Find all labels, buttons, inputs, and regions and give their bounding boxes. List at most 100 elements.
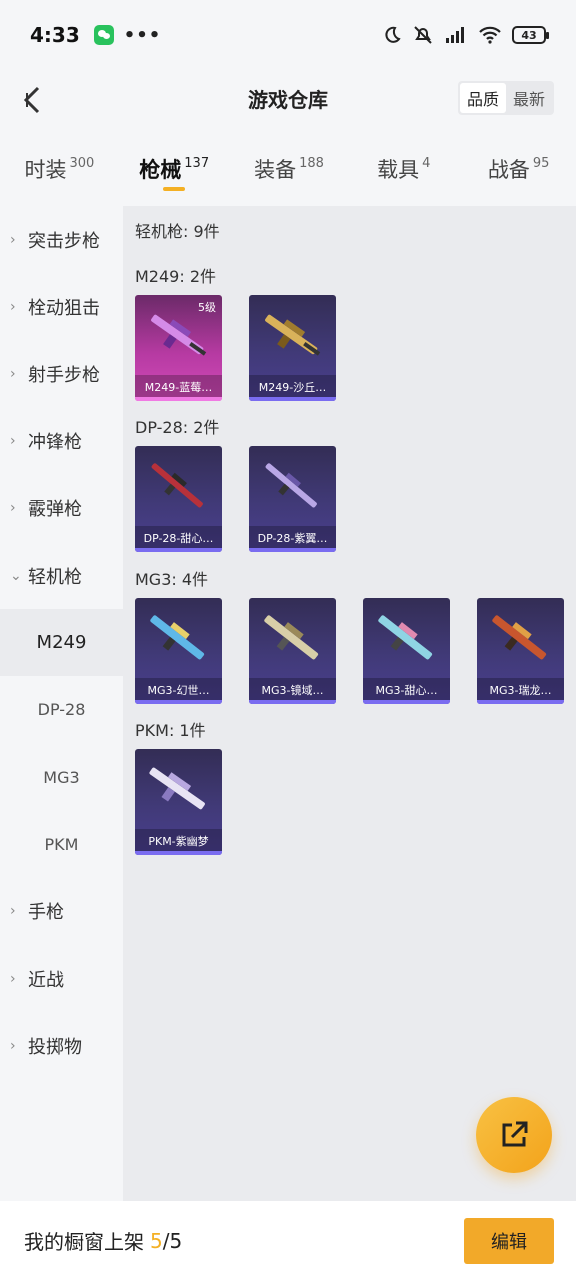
mute-bell-icon [414, 26, 432, 44]
edit-button[interactable]: 编辑 [464, 1218, 554, 1264]
weapon-card-name: DP-28-紫翼… [257, 532, 328, 545]
sidebar-item-label: 投掷物 [28, 1036, 82, 1058]
weapon-card-name: PKM-紫幽梦 [148, 835, 209, 848]
sidebar-item-label: 突击步枪 [28, 230, 100, 252]
group-title-dp28: DP-28: 2件 [135, 418, 220, 437]
lmg-skin-icon [264, 615, 319, 660]
tab-firearms[interactable]: 枪械 137 [117, 140, 232, 206]
tab-equipment[interactable]: 装备 188 [232, 140, 347, 206]
group-title-pkm: PKM: 1件 [135, 721, 206, 740]
lmg-skin-icon [149, 767, 205, 810]
weapon-card-name: MG3-瑞龙… [489, 684, 552, 697]
weapon-card[interactable]: MG3-甜心… [363, 598, 450, 704]
weapon-card-name: DP-28-甜心… [143, 532, 214, 545]
lmg-skin-icon [265, 463, 317, 508]
sidebar-item-label: 近战 [28, 969, 64, 991]
lmg-skin-icon [151, 463, 203, 508]
sort-toggle: 品质 最新 [457, 81, 554, 115]
group-title-mg3: MG3: 4件 [135, 570, 209, 589]
chevron-right-icon: › [10, 1037, 16, 1054]
showcase-total: /5 [162, 1228, 183, 1253]
moon-icon [385, 26, 401, 43]
tab-label: 枪械 [139, 158, 182, 182]
sidebar-item-label: 栓动狙击 [28, 297, 100, 319]
lmg-skin-icon [378, 615, 433, 660]
chevron-down-icon: ⌄ [10, 567, 22, 584]
rarity-stripe [135, 700, 222, 704]
wifi-icon [479, 26, 501, 44]
weapon-card[interactable]: 5级 M249-蓝莓… [135, 295, 222, 401]
chevron-right-icon: › [10, 500, 16, 517]
lmg-skin-icon [265, 314, 321, 356]
group-title-m249: M249: 2件 [135, 267, 217, 286]
sidebar-subitem-mg3[interactable]: MG3 [0, 744, 123, 811]
chevron-right-icon: › [10, 970, 16, 987]
header: 游戏仓库 品质 最新 [0, 70, 576, 128]
sort-by-quality[interactable]: 品质 [459, 83, 506, 113]
share-external-icon [502, 1121, 528, 1147]
sidebar-item-marksman-rifle[interactable]: › 射手步枪 [0, 340, 123, 407]
category-total: 轻机枪: 9件 [135, 222, 220, 241]
tab-count: 95 [532, 156, 550, 171]
weapon-card[interactable]: M249-沙丘… [249, 295, 336, 401]
weapon-card[interactable]: MG3-瑞龙… [477, 598, 564, 704]
sidebar-item-smg[interactable]: › 冲锋枪 [0, 408, 123, 475]
chevron-right-icon: › [10, 365, 16, 382]
tab-label: 装备 [254, 158, 297, 182]
more-notifications-icon: ••• [123, 24, 162, 46]
showcase-count: 5/5 [150, 1229, 182, 1253]
rarity-stripe [135, 548, 222, 552]
signal-icon [446, 27, 464, 43]
weapon-card[interactable]: MG3-幻世… [135, 598, 222, 704]
chevron-right-icon: › [10, 231, 16, 248]
sidebar-item-pistol[interactable]: › 手枪 [0, 878, 123, 945]
sidebar-subitem-dp28[interactable]: DP-28 [0, 676, 123, 743]
sidebar-item-label: 霰弹枪 [28, 499, 82, 521]
tab-label: 战备 [487, 158, 530, 182]
showcase-bar: 我的橱窗上架 5/5 编辑 [0, 1201, 576, 1280]
sidebar-item-assault-rifle[interactable]: › 突击步枪 [0, 206, 123, 273]
weapon-card[interactable]: DP-28-紫翼… [249, 446, 336, 552]
tab-fashion[interactable]: 时装 300 [2, 140, 117, 206]
active-tab-indicator [163, 187, 186, 191]
weapon-card-name: M249-沙丘… [258, 381, 327, 394]
share-button[interactable] [476, 1097, 552, 1173]
rarity-stripe [249, 548, 336, 552]
sidebar-item-label: 射手步枪 [28, 364, 100, 386]
sidebar-item-lmg[interactable]: ⌄ 轻机枪 [0, 542, 123, 609]
tab-battle-gear[interactable]: 战备 95 [461, 140, 576, 206]
tab-label: 载具 [377, 158, 420, 182]
chevron-right-icon: › [10, 433, 16, 450]
wechat-icon [93, 25, 114, 45]
battery-level: 43 [521, 28, 537, 42]
tab-vehicles[interactable]: 载具 4 [346, 140, 461, 206]
weapon-card[interactable]: MG3-镜域… [249, 598, 336, 704]
lmg-skin-icon [150, 615, 205, 660]
rarity-stripe [135, 851, 222, 855]
sidebar-item-shotgun[interactable]: › 霰弹枪 [0, 475, 123, 542]
sidebar-subitem-pkm[interactable]: PKM [0, 811, 123, 878]
sidebar-item-label: 轻机枪 [28, 566, 82, 588]
chevron-right-icon: › [10, 903, 16, 920]
weapon-card-name: MG3-幻世… [147, 684, 210, 697]
sidebar-item-melee[interactable]: › 近战 [0, 945, 123, 1012]
sidebar-item-throwables[interactable]: › 投掷物 [0, 1012, 123, 1079]
weapon-card-name: M249-蓝莓… [144, 381, 213, 394]
showcase-label: 我的橱窗上架 [24, 1230, 144, 1254]
sort-by-newest[interactable]: 最新 [506, 83, 552, 113]
rarity-stripe [363, 700, 450, 704]
weapon-card[interactable]: PKM-紫幽梦 [135, 749, 222, 855]
tab-count: 137 [184, 156, 210, 171]
sidebar-subitem-m249[interactable]: M249 [0, 609, 123, 677]
tab-label: 时装 [24, 158, 67, 182]
tab-count: 188 [299, 156, 324, 171]
status-bar: 4:33 ••• 43 [0, 0, 576, 70]
chevron-right-icon: › [10, 298, 16, 315]
rarity-stripe [477, 700, 564, 704]
showcase-current: 5 [150, 1228, 163, 1253]
rarity-stripe [135, 397, 222, 401]
weapon-card-name: MG3-镜域… [261, 684, 324, 697]
sidebar-item-bolt-sniper[interactable]: › 栓动狙击 [0, 273, 123, 340]
weapon-card[interactable]: DP-28-甜心… [135, 446, 222, 552]
rarity-stripe [249, 700, 336, 704]
